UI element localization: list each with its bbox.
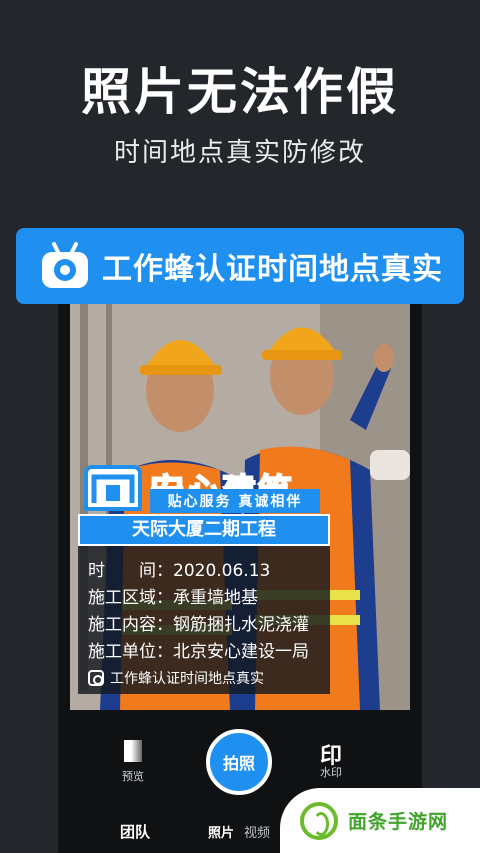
tab-video[interactable]: 视频 — [244, 822, 270, 841]
camera-bee-icon — [40, 242, 90, 290]
site-watermark-badge: 面条手游网 — [280, 788, 480, 853]
brand-slogan: 贴心服务 真诚相伴 — [150, 489, 320, 513]
banner-text: 工作蜂认证时间地点真实 — [102, 252, 443, 287]
watermark-label: 水印 — [320, 766, 342, 779]
camera-icon — [88, 670, 104, 686]
tab-photo[interactable]: 照片 — [208, 822, 234, 841]
detail-row-area: 施工区域：承重墙地基 — [88, 588, 258, 608]
watermark-stamp-icon: 印 — [320, 744, 343, 769]
detail-row-time: 时 间：2020.06.13 — [88, 561, 271, 581]
site-name: 面条手游网 — [348, 811, 449, 833]
page-subtitle: 时间地点真实防修改 — [113, 138, 366, 168]
watermark-footer: 工作蜂认证时间地点真实 — [88, 668, 330, 688]
page-headline: 照片无法作假 — [81, 63, 399, 121]
preview-icon — [124, 740, 142, 762]
site-logo-icon — [300, 801, 338, 840]
preview-button[interactable]: 预览 — [122, 740, 144, 784]
footer-text: 工作蜂认证时间地点真实 — [110, 671, 264, 687]
tab-team[interactable]: 团队 — [120, 821, 150, 842]
shutter-button[interactable]: 拍照 — [206, 729, 272, 795]
preview-label: 预览 — [122, 770, 144, 783]
watermark-button[interactable]: 印 水印 — [320, 738, 342, 780]
building-logo-icon — [84, 465, 142, 511]
detail-row-unit: 施工单位：北京安心建设一局 — [88, 642, 309, 662]
feature-banner: 工作蜂认证时间地点真实 — [16, 228, 464, 304]
project-title: 天际大厦二期工程 — [78, 514, 330, 546]
detail-row-content: 施工内容：钢筋捆扎水泥浇灌 — [88, 615, 309, 635]
watermark-details: 时 间：2020.06.13 施工区域：承重墙地基 施工内容：钢筋捆扎水泥浇灌 … — [78, 546, 330, 694]
